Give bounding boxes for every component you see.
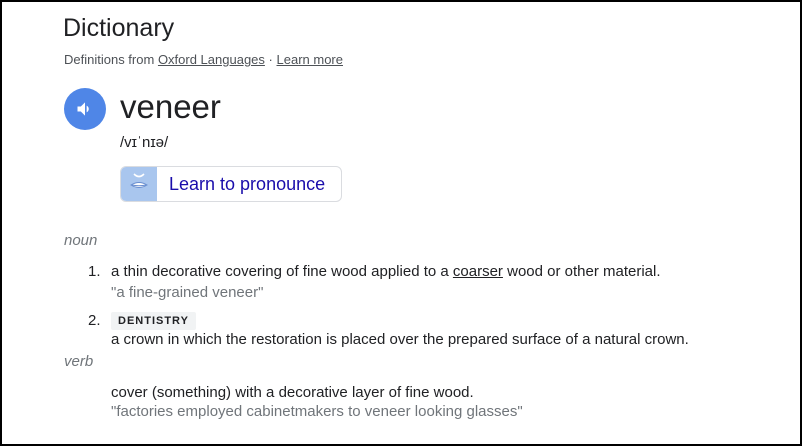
part-of-speech-verb: verb <box>64 353 94 370</box>
definitions-source: Definitions from Oxford Languages · Lear… <box>64 52 343 67</box>
learn-to-pronounce-button[interactable]: Learn to pronounce <box>120 166 342 202</box>
sense-definition-1: a thin decorative covering of fine wood … <box>111 263 661 280</box>
source-prefix: Definitions from <box>64 52 155 67</box>
part-of-speech-noun: noun <box>64 232 98 249</box>
play-pronunciation-button[interactable] <box>64 88 106 130</box>
dentistry-label-badge: DENTISTRY <box>111 312 196 330</box>
phonetic-spelling: /vɪˈnɪə/ <box>120 134 169 151</box>
sense-definition-2: a crown in which the restoration is plac… <box>111 331 689 348</box>
lips-icon <box>121 167 157 201</box>
sense-1-text-before: a thin decorative covering of fine wood … <box>111 263 449 280</box>
coarser-term-link[interactable]: coarser <box>453 263 503 280</box>
speaker-icon <box>77 102 89 116</box>
learn-to-pronounce-label: Learn to pronounce <box>169 173 326 194</box>
sense-1-text-after: wood or other material. <box>507 263 661 280</box>
source-separator: · <box>268 52 273 67</box>
verb-definition: cover (something) with a decorative laye… <box>111 384 474 401</box>
sense-number-2: 2. <box>88 312 101 329</box>
learn-more-link[interactable]: Learn more <box>277 52 343 67</box>
headword: veneer <box>120 88 221 125</box>
sense-number-1: 1. <box>88 263 101 280</box>
verb-example: "factories employed cabinetmakers to ven… <box>111 403 523 420</box>
oxford-languages-link[interactable]: Oxford Languages <box>158 52 265 67</box>
dictionary-title: Dictionary <box>63 14 175 42</box>
sense-example-1: "a fine-grained veneer" <box>111 284 264 301</box>
